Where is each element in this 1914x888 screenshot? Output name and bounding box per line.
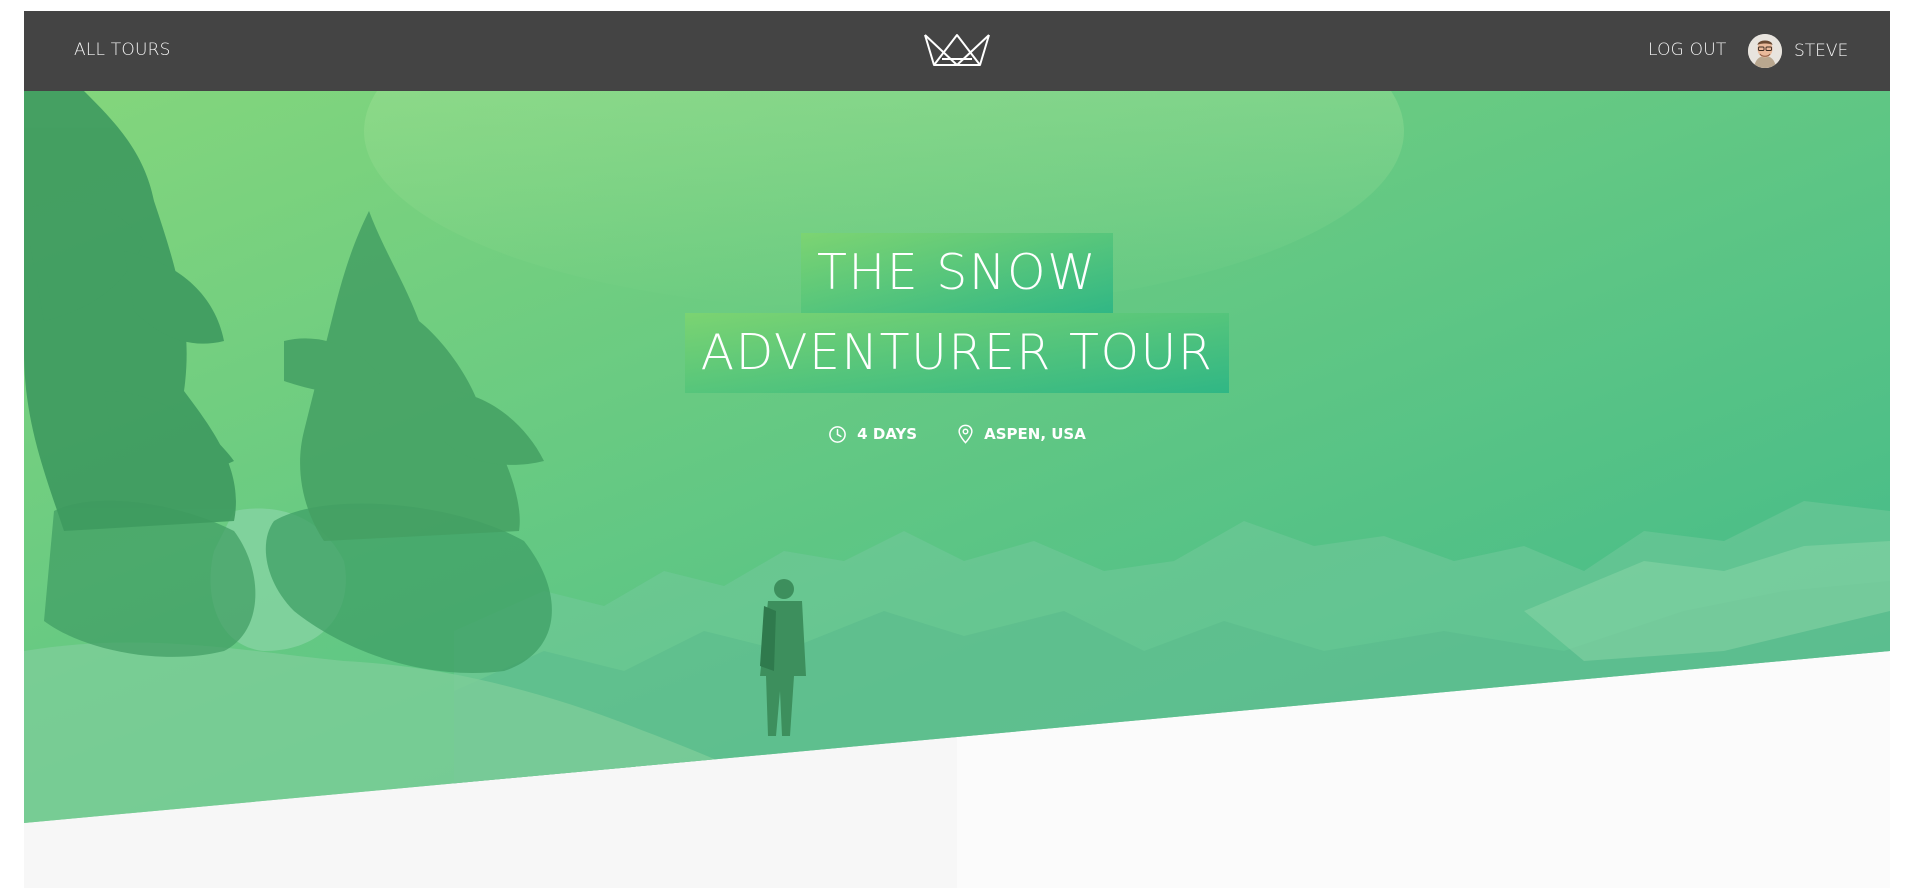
tour-title-line-2: Adventurer Tour <box>684 313 1230 393</box>
top-navigation: All Tours Log out <box>24 11 1890 91</box>
clock-icon <box>829 425 847 443</box>
all-tours-link[interactable]: All Tours <box>74 40 171 60</box>
tour-title: The Snow Adventurer Tour <box>24 233 1890 393</box>
tour-duration-text: 4 days <box>857 425 918 443</box>
page-frame: All Tours Log out <box>24 11 1890 888</box>
user-name: Steve <box>1794 41 1849 61</box>
user-menu[interactable]: Steve <box>1748 33 1848 69</box>
crown-logo-icon[interactable] <box>922 29 992 69</box>
tour-title-line-1: The Snow <box>800 233 1114 313</box>
avatar <box>1748 34 1782 68</box>
tour-details: 4 days Aspen, USA <box>24 424 1890 444</box>
map-pin-icon <box>958 424 973 444</box>
tour-duration: 4 days <box>828 424 917 444</box>
logout-link[interactable]: Log out <box>1648 40 1726 60</box>
tour-location: Aspen, USA <box>957 424 1086 444</box>
tour-location-text: Aspen, USA <box>984 425 1086 443</box>
